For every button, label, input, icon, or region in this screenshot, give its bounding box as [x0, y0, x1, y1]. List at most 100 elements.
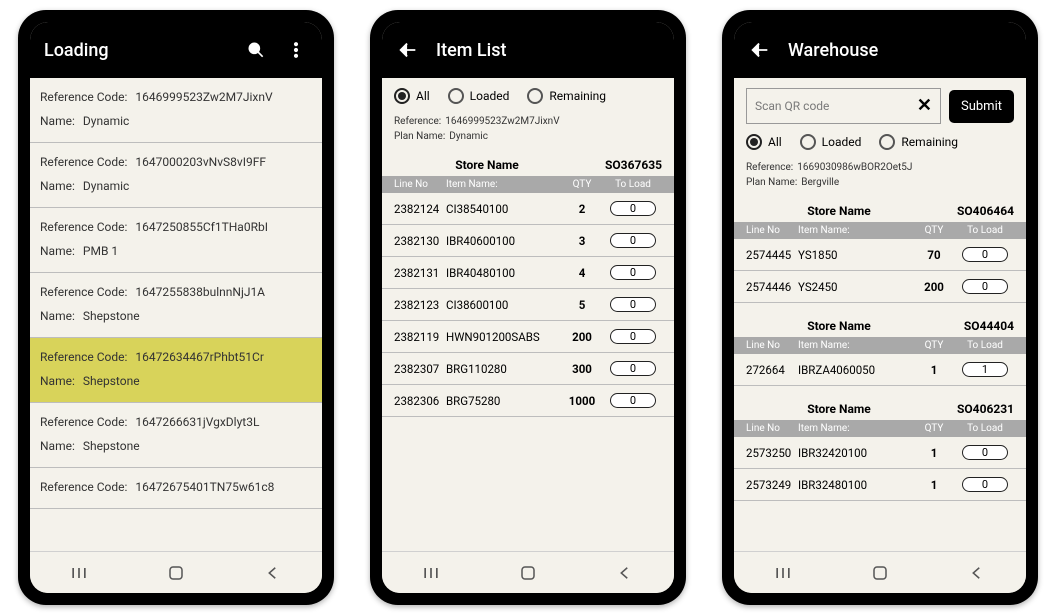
loading-list-item[interactable]: Reference Code:1647000203vNvS8vI9FFName:… — [30, 143, 322, 208]
cell-to-load: 0 — [604, 361, 662, 376]
store-code: SO406231 — [932, 402, 1014, 416]
to-load-input[interactable]: 0 — [610, 233, 656, 248]
name-value: Shepstone — [83, 374, 140, 388]
loading-list-item[interactable]: Reference Code:16472675401TN75w61c8 — [30, 468, 322, 509]
loading-list-item[interactable]: Reference Code:1647266631jVgxDlyt3LName:… — [30, 403, 322, 468]
cell-to-load: 0 — [956, 477, 1014, 492]
table-row[interactable]: 2382306BRG7528010000 — [382, 385, 674, 417]
home-icon[interactable] — [517, 562, 539, 584]
name-value: Shepstone — [83, 309, 140, 323]
to-load-input[interactable]: 0 — [610, 393, 656, 408]
cell-item-name: YS1850 — [798, 248, 912, 262]
cell-item-name: CI38540100 — [446, 202, 560, 216]
filter-loaded[interactable]: Loaded — [800, 134, 862, 150]
cell-line-no: 2382130 — [394, 234, 446, 248]
table-row[interactable]: 2382123CI3860010050 — [382, 289, 674, 321]
table-row[interactable]: 2382124CI3854010020 — [382, 193, 674, 225]
to-load-input[interactable]: 0 — [962, 477, 1008, 492]
col-line-no: Line No — [746, 423, 798, 434]
phone-warehouse: Warehouse Scan QR code ✕ Submit All Load… — [722, 10, 1038, 605]
column-header: Line NoItem Name:QTYTo Load — [734, 420, 1026, 437]
col-to-load: To Load — [956, 340, 1014, 351]
col-qty: QTY — [560, 179, 604, 190]
cell-to-load: 0 — [604, 393, 662, 408]
filter-remaining[interactable]: Remaining — [879, 134, 958, 150]
to-load-input[interactable]: 1 — [962, 362, 1008, 377]
name-value: Dynamic — [83, 114, 129, 128]
table-row[interactable]: 2382131IBR4048010040 — [382, 257, 674, 289]
table-row[interactable]: 2382307BRG1102803000 — [382, 353, 674, 385]
caption: Reference:1669030986wBOR2Oet5J Plan Name… — [734, 160, 1026, 198]
cell-line-no: 2382131 — [394, 266, 446, 280]
cell-line-no: 2382307 — [394, 362, 446, 376]
screen: Loading Reference Code:1646999523Zw2M7Ji… — [30, 22, 322, 593]
table-row[interactable]: 2574446YS24502000 — [734, 271, 1026, 303]
filter-remaining[interactable]: Remaining — [527, 88, 606, 104]
filter-label: Loaded — [822, 135, 862, 149]
table-row[interactable]: 2574445YS1850700 — [734, 239, 1026, 271]
cell-item-name: BRG75280 — [446, 394, 560, 408]
to-load-input[interactable]: 0 — [610, 361, 656, 376]
home-icon[interactable] — [869, 562, 891, 584]
clear-icon[interactable]: ✕ — [917, 97, 932, 115]
store-header: Store NameSO406231 — [734, 396, 1026, 420]
to-load-input[interactable]: 0 — [610, 329, 656, 344]
cell-qty: 4 — [560, 266, 604, 280]
search-icon[interactable] — [244, 38, 268, 62]
table-row[interactable]: 2573249IBR3248010010 — [734, 469, 1026, 501]
table-row[interactable]: 272664IBRZA406005011 — [734, 354, 1026, 386]
back-arrow-icon[interactable] — [396, 38, 420, 62]
loading-list-item[interactable]: Reference Code:1646999523Zw2M7JixnVName:… — [30, 78, 322, 143]
ref-label: Reference Code: — [40, 350, 127, 364]
recents-icon[interactable] — [68, 562, 90, 584]
caption-ref-label: Reference: — [746, 160, 793, 175]
loading-list-item[interactable]: Reference Code:1647255838bulnnNjJ1AName:… — [30, 273, 322, 338]
recents-icon[interactable] — [772, 562, 794, 584]
to-load-input[interactable]: 0 — [610, 201, 656, 216]
more-icon[interactable] — [284, 38, 308, 62]
back-icon[interactable] — [966, 562, 988, 584]
ref-label: Reference Code: — [40, 220, 127, 234]
back-icon[interactable] — [262, 562, 284, 584]
table-row[interactable]: 2573250IBR3242010010 — [734, 437, 1026, 469]
store-code: SO406464 — [932, 204, 1014, 218]
submit-button[interactable]: Submit — [949, 90, 1014, 123]
scan-qr-input[interactable]: Scan QR code ✕ — [746, 88, 941, 124]
filter-all[interactable]: All — [394, 88, 430, 104]
cell-to-load: 0 — [956, 279, 1014, 294]
to-load-input[interactable]: 0 — [962, 247, 1008, 262]
cell-item-name: IBR32480100 — [798, 478, 912, 492]
to-load-input[interactable]: 0 — [962, 279, 1008, 294]
cell-qty: 200 — [560, 330, 604, 344]
caption-plan-label: Plan Name: — [746, 175, 797, 190]
filter-all[interactable]: All — [746, 134, 782, 150]
name-label: Name: — [40, 244, 75, 258]
page-title: Warehouse — [788, 40, 1012, 61]
filter-loaded[interactable]: Loaded — [448, 88, 510, 104]
col-item-name: Item Name: — [798, 340, 912, 351]
loading-list-item[interactable]: Reference Code:16472634467rPhbt51CrName:… — [30, 338, 322, 403]
to-load-input[interactable]: 0 — [610, 265, 656, 280]
ref-value: 1647000203vNvS8vI9FF — [135, 155, 266, 169]
cell-line-no: 2574445 — [746, 248, 798, 262]
back-icon[interactable] — [614, 562, 636, 584]
name-label: Name: — [40, 179, 75, 193]
loading-list-item[interactable]: Reference Code:1647250855Cf1THa0RbIName:… — [30, 208, 322, 273]
column-header: Line No Item Name: QTY To Load — [382, 176, 674, 193]
cell-line-no: 272664 — [746, 363, 798, 377]
store-name-label: Store Name — [746, 204, 932, 218]
recents-icon[interactable] — [420, 562, 442, 584]
filter-row: All Loaded Remaining — [734, 124, 1026, 160]
ref-value: 16472675401TN75w61c8 — [135, 480, 274, 494]
caption-ref-label: Reference: — [394, 114, 441, 129]
to-load-input[interactable]: 0 — [962, 445, 1008, 460]
home-icon[interactable] — [165, 562, 187, 584]
store-header: Store NameSO406464 — [734, 198, 1026, 222]
table-row[interactable]: 2382119HWN901200SABS2000 — [382, 321, 674, 353]
col-line-no: Line No — [394, 179, 446, 190]
to-load-input[interactable]: 0 — [610, 297, 656, 312]
back-arrow-icon[interactable] — [748, 38, 772, 62]
table-row[interactable]: 2382130IBR4060010030 — [382, 225, 674, 257]
cell-line-no: 2573250 — [746, 446, 798, 460]
cell-to-load: 0 — [604, 329, 662, 344]
